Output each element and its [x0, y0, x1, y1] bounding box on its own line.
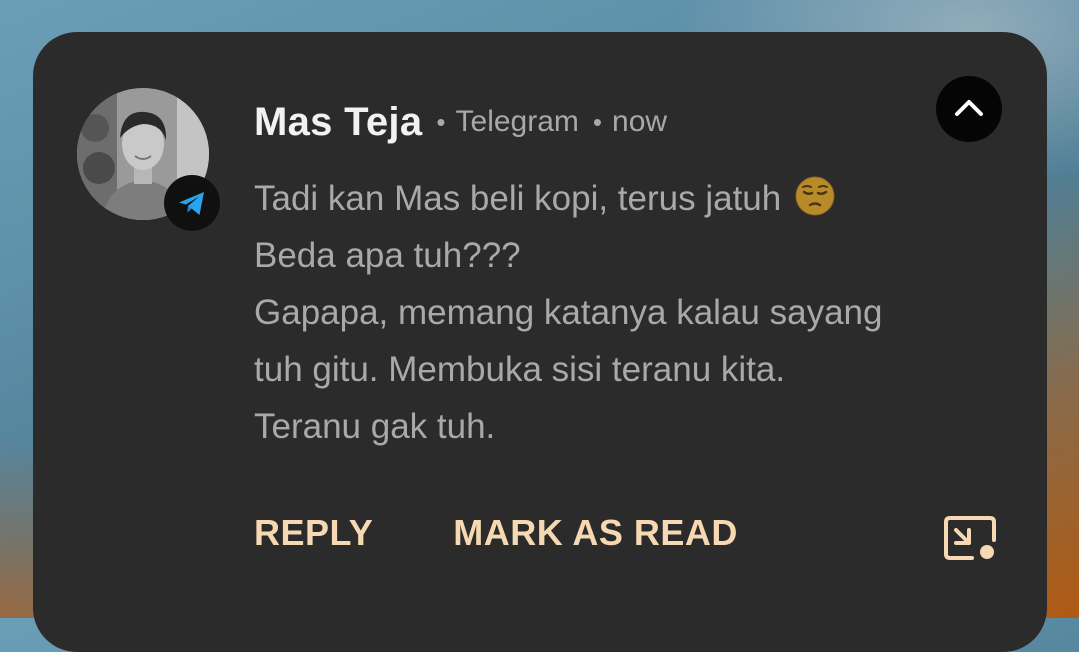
- open-in-popup-icon: [944, 516, 996, 560]
- telegram-badge: [164, 175, 220, 231]
- sender-name: Mas Teja: [254, 99, 423, 144]
- separator-dot: •: [592, 106, 603, 137]
- message-line: Gapapa, memang katanya kalau sayang: [254, 293, 883, 332]
- message-line: Tadi kan Mas beli kopi, terus jatuh: [254, 170, 994, 227]
- message-line: tuh gitu. Membuka sisi teranu kita.: [254, 350, 786, 389]
- telegram-plane-icon: [179, 192, 204, 215]
- notification-card[interactable]: Mas Teja • Telegram • now Tadi kan Mas b…: [33, 32, 1047, 652]
- chevron-up-icon: [955, 100, 983, 116]
- message-line: Beda apa tuh???: [254, 236, 521, 275]
- separator-dot: •: [436, 106, 446, 137]
- message-list: Tadi kan Mas beli kopi, terus jatuh Beda…: [254, 170, 994, 455]
- message-line: Teranu gak tuh.: [254, 407, 496, 446]
- mark-as-read-button[interactable]: MARK AS READ: [453, 512, 738, 554]
- notification-header: Mas Teja • Telegram • now: [254, 94, 667, 150]
- reply-button[interactable]: REPLY: [254, 512, 373, 554]
- open-in-popup-button[interactable]: [942, 514, 998, 562]
- collapse-button[interactable]: [936, 76, 1002, 142]
- notification-actions: REPLY MARK AS READ: [254, 512, 738, 554]
- pensive-face-emoji-icon: [795, 176, 835, 216]
- timestamp: now: [612, 105, 668, 138]
- sender-avatar-group: [77, 88, 220, 231]
- app-name: Telegram: [455, 105, 579, 138]
